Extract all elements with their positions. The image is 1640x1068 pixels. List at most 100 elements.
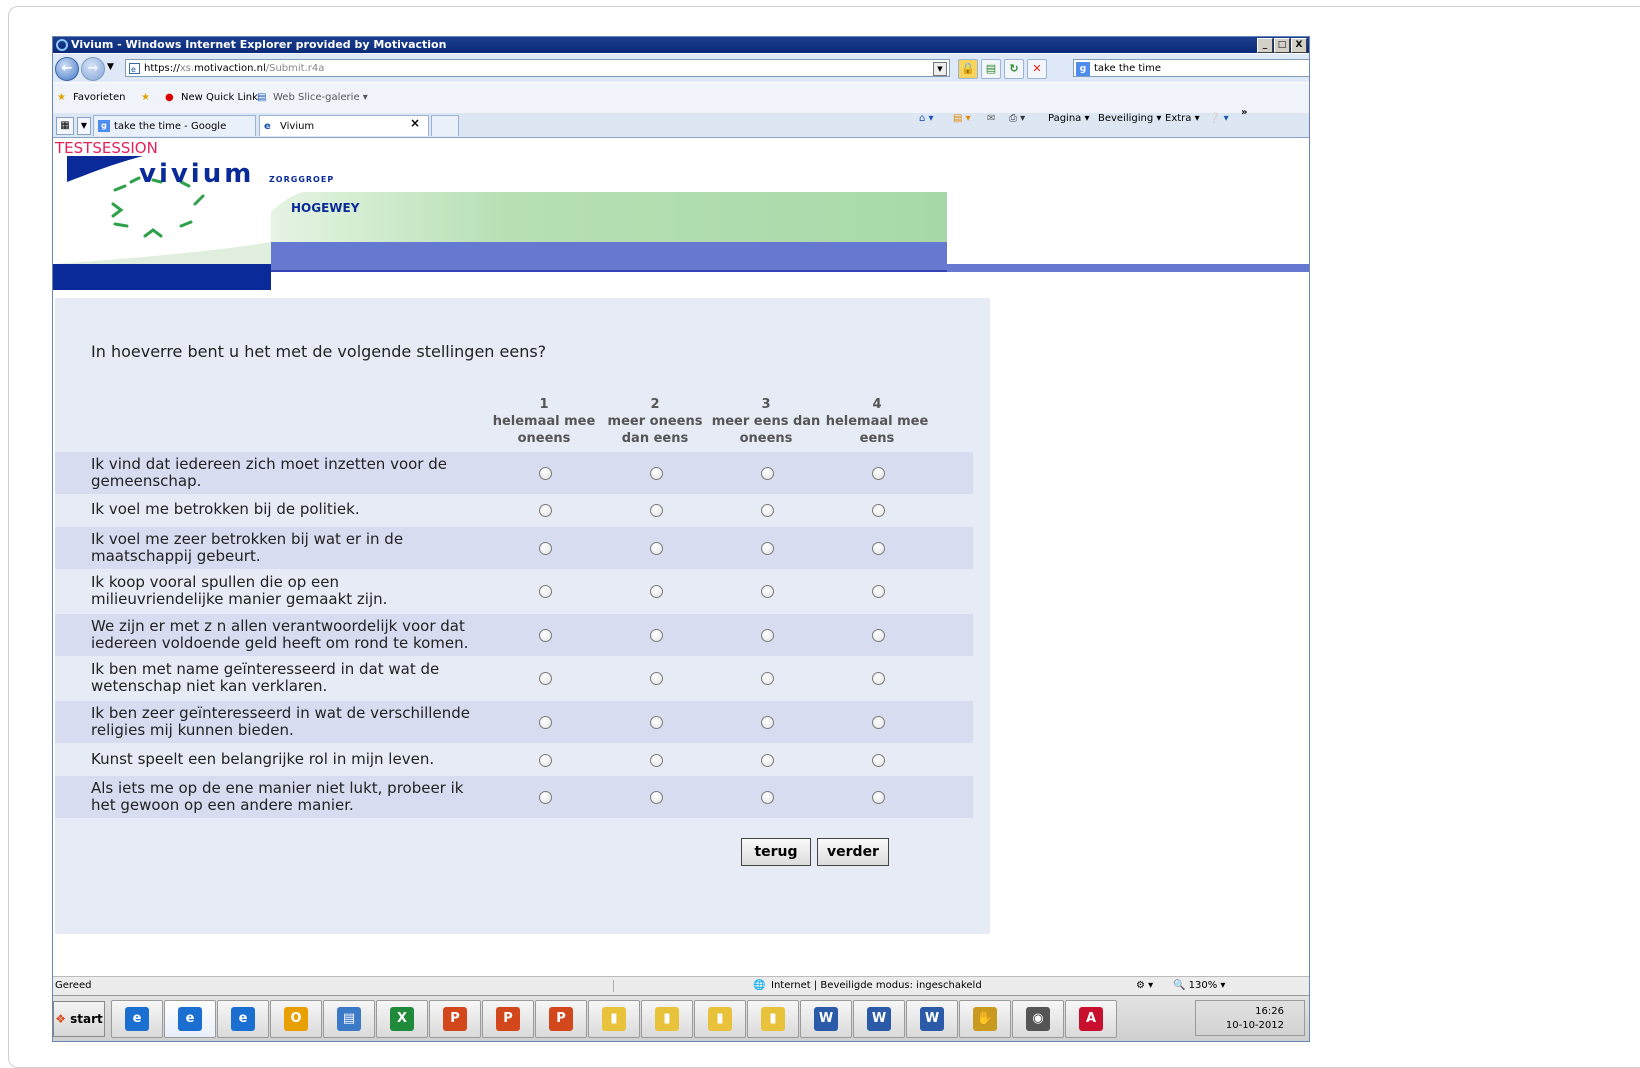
answer-radio-2[interactable] [650, 585, 663, 598]
beveiliging-menu[interactable]: Beveiliging ▾ [1098, 113, 1161, 137]
stop-icon[interactable]: ✕ [1027, 59, 1047, 79]
taskbar-app-button[interactable]: X [376, 1000, 428, 1038]
taskbar-app-button[interactable]: P [482, 1000, 534, 1038]
page-content: TESTSESSION vivium ZORGGROEP HOGEWEY In … [53, 138, 1309, 976]
answer-radio-4[interactable] [872, 467, 885, 480]
answer-radio-2[interactable] [650, 504, 663, 517]
address-bar[interactable]: e https://xs.motivaction.nl/Submit.r4a ▼ [125, 59, 950, 77]
taskbar-app-button[interactable]: e [217, 1000, 269, 1038]
home-icon[interactable]: ⌂ ▾ [919, 113, 934, 137]
taskbar-app-button[interactable]: W [906, 1000, 958, 1038]
answer-radio-4[interactable] [872, 504, 885, 517]
folder-icon: ▮ [708, 1007, 732, 1031]
lock-icon[interactable]: 🔒 [958, 59, 978, 79]
answer-radio-2[interactable] [650, 716, 663, 729]
forward-icon[interactable]: → [81, 57, 105, 81]
taskbar-app-button[interactable]: e [111, 1000, 163, 1038]
taskbar-app-button[interactable]: ▮ [747, 1000, 799, 1038]
answer-radio-2[interactable] [650, 629, 663, 642]
quick-link[interactable]: New Quick Link [181, 83, 258, 113]
quicklink-icon: ● [165, 92, 174, 103]
answer-radio-1[interactable] [539, 504, 552, 517]
popup-icon[interactable]: ⚙ ▾ [1136, 977, 1153, 995]
answer-radio-1[interactable] [539, 629, 552, 642]
tab-vivium[interactable]: e Vivium × [259, 115, 429, 136]
answer-radio-4[interactable] [872, 716, 885, 729]
answer-radio-1[interactable] [539, 585, 552, 598]
answer-radio-2[interactable] [650, 467, 663, 480]
new-tab-button[interactable] [431, 115, 459, 136]
tab-google[interactable]: g take the time - Google zoeken [93, 115, 256, 153]
answer-radio-3[interactable] [761, 504, 774, 517]
taskbar-app-button[interactable]: ▮ [588, 1000, 640, 1038]
taskbar-app-button[interactable]: ▤ [323, 1000, 375, 1038]
favorites-button[interactable]: Favorieten [73, 83, 125, 113]
zoom-control[interactable]: 🔍 130% ▾ [1173, 977, 1225, 995]
webslice-gallery-link[interactable]: Web Slice-galerie ▾ [273, 83, 368, 113]
more-commands-icon[interactable]: » [1241, 107, 1247, 131]
answer-radio-3[interactable] [761, 791, 774, 804]
minimize-button[interactable]: _ [1257, 38, 1273, 53]
answer-radio-1[interactable] [539, 467, 552, 480]
refresh-icon[interactable]: ↻ [1004, 59, 1024, 79]
start-button[interactable]: ❖ start [53, 1001, 105, 1037]
close-tab-icon[interactable]: × [410, 116, 420, 130]
help-icon[interactable]: ❔ ▾ [1208, 113, 1229, 137]
answer-radio-2[interactable] [650, 754, 663, 767]
google-icon: g [1076, 62, 1090, 76]
taskbar-app-button[interactable]: P [429, 1000, 481, 1038]
history-dropdown-icon[interactable]: ▼ [107, 62, 114, 72]
answer-radio-1[interactable] [539, 542, 552, 555]
taskbar-app-button[interactable]: ▮ [694, 1000, 746, 1038]
taskbar-app-button[interactable]: ◉ [1012, 1000, 1064, 1038]
answer-radio-3[interactable] [761, 467, 774, 480]
answer-radio-2[interactable] [650, 672, 663, 685]
taskbar-app-button[interactable]: e [164, 1000, 216, 1038]
answer-radio-2[interactable] [650, 791, 663, 804]
back-button[interactable]: terug [741, 838, 811, 866]
compatibility-icon[interactable]: ▤ [981, 59, 1001, 79]
address-dropdown-icon[interactable]: ▼ [933, 62, 947, 76]
taskbar-app-button[interactable]: O [270, 1000, 322, 1038]
quick-tabs-icon[interactable]: ▦ [56, 117, 74, 135]
answer-radio-4[interactable] [872, 542, 885, 555]
start-label: start [70, 1012, 103, 1026]
answer-radio-3[interactable] [761, 585, 774, 598]
taskbar-app-button[interactable]: ▮ [641, 1000, 693, 1038]
system-clock[interactable]: 16:26 10-10-2012 [1195, 1000, 1305, 1036]
print-icon[interactable]: ⎙ ▾ [1009, 113, 1025, 137]
feeds-icon[interactable]: ▤ ▾ [953, 113, 971, 137]
taskbar-app-button[interactable]: W [853, 1000, 905, 1038]
back-icon[interactable]: ← [55, 57, 79, 81]
answer-radio-3[interactable] [761, 754, 774, 767]
answer-radio-4[interactable] [872, 629, 885, 642]
tab-list-icon[interactable]: ▼ [77, 117, 91, 135]
pagina-menu[interactable]: Pagina ▾ [1048, 113, 1090, 137]
answer-radio-4[interactable] [872, 791, 885, 804]
answer-radio-4[interactable] [872, 672, 885, 685]
answer-radio-1[interactable] [539, 672, 552, 685]
search-input[interactable]: g take the time [1073, 59, 1309, 77]
answer-radio-1[interactable] [539, 716, 552, 729]
answer-radio-3[interactable] [761, 542, 774, 555]
add-favorite-icon[interactable]: ★ [141, 83, 150, 113]
maximize-button[interactable]: □ [1274, 38, 1290, 53]
address-toolbar: ← → ▼ e https://xs.motivaction.nl/Submit… [53, 54, 1309, 82]
next-button[interactable]: verder [817, 838, 889, 866]
answer-radio-4[interactable] [872, 754, 885, 767]
taskbar-app-button[interactable]: A [1065, 1000, 1117, 1038]
answer-radio-3[interactable] [761, 629, 774, 642]
answer-radio-4[interactable] [872, 585, 885, 598]
extra-menu[interactable]: Extra ▾ [1165, 113, 1200, 137]
taskbar-app-button[interactable]: W [800, 1000, 852, 1038]
folder-icon: ▮ [761, 1007, 785, 1031]
close-window-button[interactable]: X [1291, 38, 1307, 53]
mail-icon[interactable]: ✉ [987, 113, 995, 137]
answer-radio-1[interactable] [539, 754, 552, 767]
answer-radio-1[interactable] [539, 791, 552, 804]
taskbar-app-button[interactable]: P [535, 1000, 587, 1038]
answer-radio-3[interactable] [761, 672, 774, 685]
taskbar-app-button[interactable]: ✋ [959, 1000, 1011, 1038]
answer-radio-2[interactable] [650, 542, 663, 555]
answer-radio-3[interactable] [761, 716, 774, 729]
